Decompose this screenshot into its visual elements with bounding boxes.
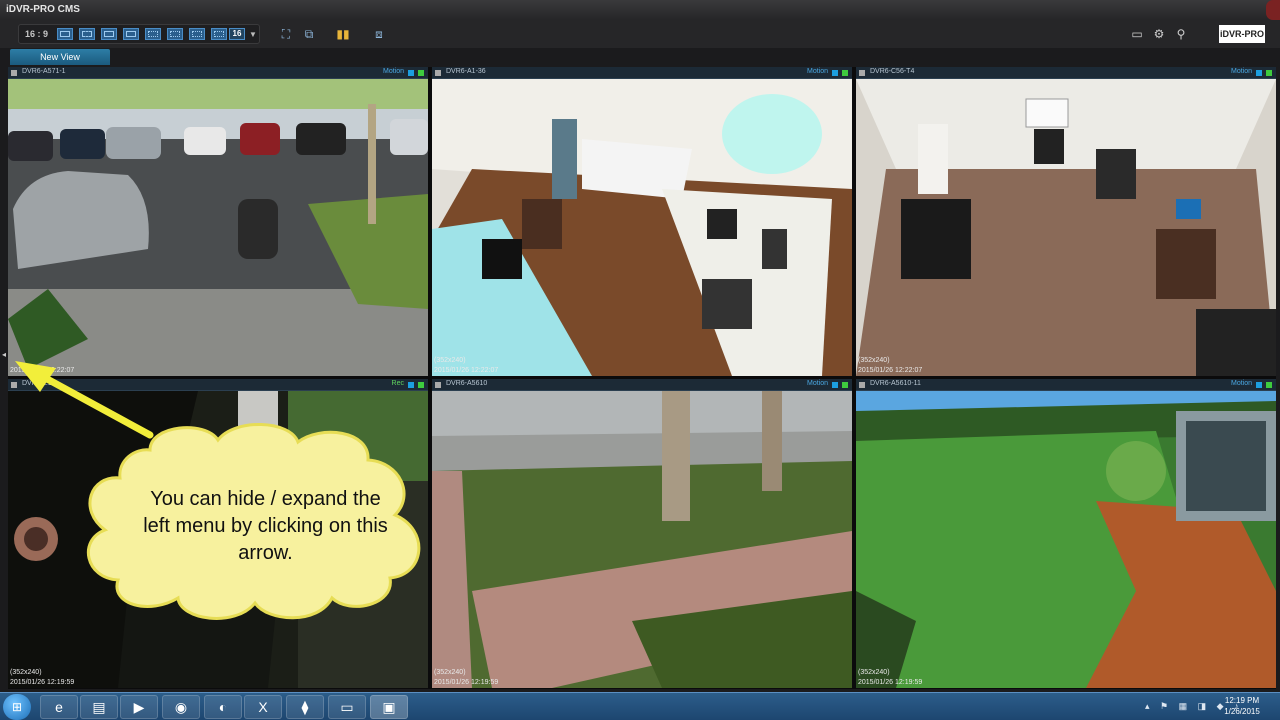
excel-icon[interactable]: X: [244, 695, 282, 719]
windows-taskbar: ⊞ e ▤ ▶ ◉ ◐ X ⧫ ▭ ▣ ▴ ⚑ ▦ ◨ ◆ ♪ 12:19 PM…: [0, 692, 1280, 720]
media-player-icon[interactable]: ▶: [120, 695, 158, 719]
annotation-arrow: [15, 361, 154, 439]
start-button[interactable]: ⊞: [3, 694, 31, 720]
firefox-icon[interactable]: ◐: [204, 695, 242, 719]
network-icon[interactable]: ⧫: [286, 695, 324, 719]
cms-icon[interactable]: ▣: [370, 695, 408, 719]
annotation-overlay: [15, 361, 421, 620]
folder-icon[interactable]: ▤: [80, 695, 118, 719]
annotation-text: You can hide / expand the left menu by c…: [143, 488, 388, 564]
clock-time[interactable]: 12:19 PM: [1222, 696, 1262, 705]
window-icon[interactable]: ▭: [328, 695, 366, 719]
chrome-icon[interactable]: ◉: [162, 695, 200, 719]
ie-icon[interactable]: e: [40, 695, 78, 719]
clock-date[interactable]: 1/26/2015: [1222, 707, 1262, 716]
